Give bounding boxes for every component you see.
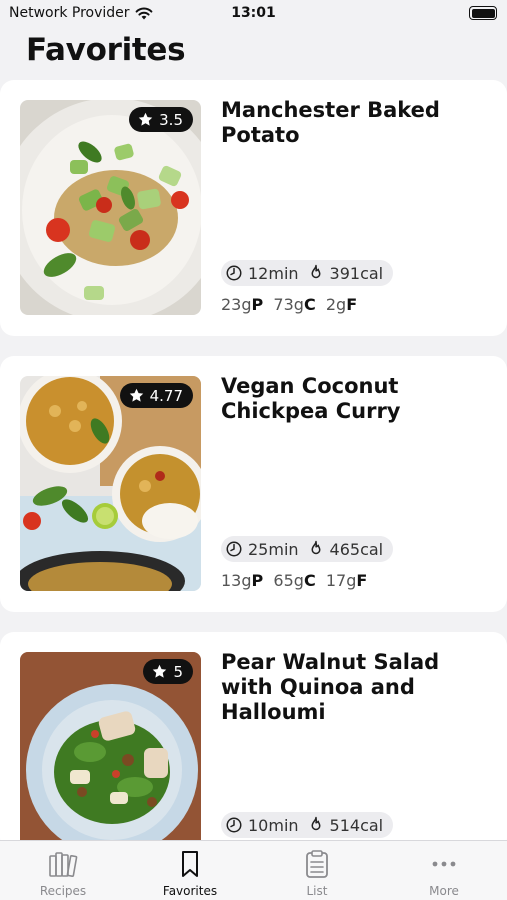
protein-value: 13g [221, 571, 252, 590]
macros: 13gP 65gC 17gF [221, 571, 367, 590]
tab-list-label: List [306, 884, 328, 898]
tab-bar: Recipes Favorites List More [0, 840, 507, 900]
tab-recipes[interactable]: Recipes [0, 841, 126, 900]
cook-time: 12min [248, 263, 299, 283]
star-icon [138, 112, 153, 126]
star-icon [153, 664, 167, 678]
carbs-value: 73g [273, 295, 304, 314]
cook-time: 10min [248, 815, 299, 835]
recipe-card[interactable]: 3.5 Manchester Baked Potato 12min 391cal… [0, 80, 507, 336]
recipe-title: Vegan Coconut Chickpea Curry [221, 374, 401, 423]
flame-icon [311, 264, 321, 279]
recipe-title: Pear Walnut Salad with Quinoa and Hallou… [221, 650, 440, 724]
recipe-image-chickpea-curry: 4.77 [20, 376, 201, 591]
clipboard-list-icon [306, 850, 328, 878]
flame-icon [311, 540, 321, 555]
status-time: 13:01 [231, 5, 276, 21]
star-icon [129, 388, 143, 402]
page-title: Favorites [26, 32, 186, 68]
clock-icon [226, 541, 242, 557]
bookmark-icon [182, 851, 198, 877]
cook-time: 25min [248, 539, 299, 559]
tab-more[interactable]: More [381, 841, 507, 900]
rating-value: 3.5 [159, 110, 183, 129]
more-dots-icon [432, 861, 456, 867]
clock-icon [226, 817, 242, 833]
recipe-card[interactable]: 5 Pear Walnut Salad with Quinoa and Hall… [0, 632, 507, 852]
macros: 23gP 73gC 2gF [221, 295, 357, 314]
calories: 391cal [329, 263, 384, 283]
carbs-unit: C [303, 571, 316, 590]
fat-unit: F [356, 571, 368, 590]
fat-value: 2g [325, 295, 347, 314]
time-calories-pill: 12min 391cal [221, 260, 394, 286]
rating-value: 4.77 [149, 386, 183, 405]
carbs-value: 65g [273, 571, 304, 590]
rating-badge: 5 [143, 659, 193, 684]
time-calories-pill: 10min 514cal [221, 812, 394, 838]
carbs-unit: C [303, 295, 316, 314]
clock-icon [226, 265, 242, 281]
protein-unit: P [251, 295, 264, 314]
tab-list[interactable]: List [254, 841, 380, 900]
recipe-image-baked-potato: 3.5 [20, 100, 201, 315]
recipe-title: Manchester Baked Potato [221, 98, 440, 147]
recipe-image-pear-salad: 5 [20, 652, 201, 852]
protein-unit: P [251, 571, 264, 590]
flame-icon [311, 816, 321, 831]
status-bar: Network Provider 13:01 [0, 0, 507, 30]
calories: 514cal [329, 815, 384, 835]
recipe-card[interactable]: 4.77 Vegan Coconut Chickpea Curry 25min … [0, 356, 507, 612]
calories: 465cal [329, 539, 384, 559]
tab-recipes-label: Recipes [39, 884, 87, 898]
tab-favorites[interactable]: Favorites [127, 841, 253, 900]
tab-favorites-label: Favorites [162, 884, 218, 898]
rating-badge: 3.5 [129, 107, 193, 132]
fat-value: 17g [325, 571, 357, 590]
protein-value: 23g [221, 295, 252, 314]
battery-icon [469, 6, 497, 20]
rating-badge: 4.77 [119, 383, 193, 408]
recipes-book-icon [49, 852, 78, 878]
fat-unit: F [346, 295, 358, 314]
rating-value: 5 [173, 662, 183, 681]
time-calories-pill: 25min 465cal [221, 536, 394, 562]
tab-more-label: More [429, 884, 459, 898]
